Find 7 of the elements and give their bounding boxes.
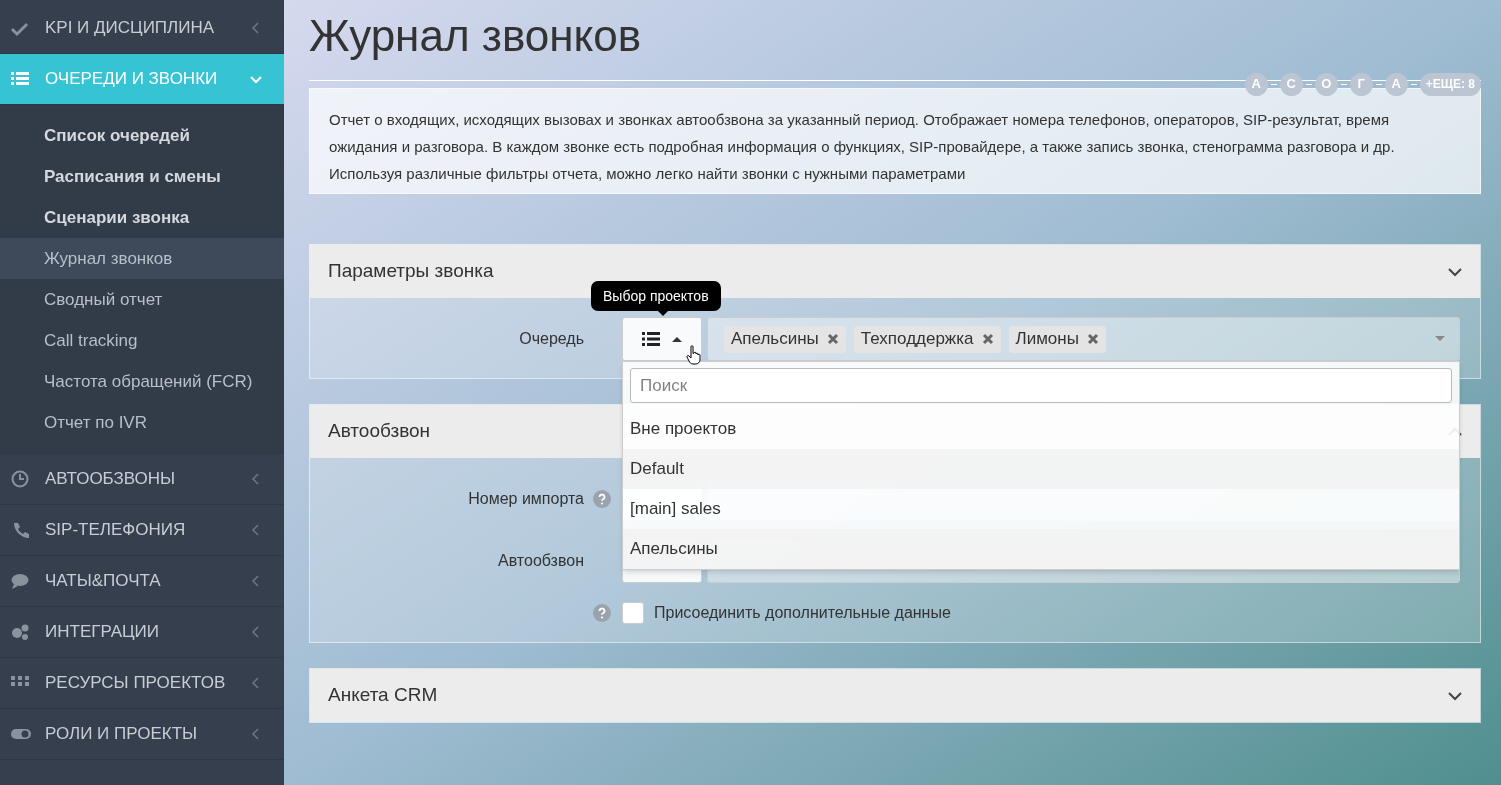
- tooltip: Выбор проектов: [591, 281, 721, 311]
- field-label: Очередь: [519, 329, 584, 349]
- description-box: Отчет о входящих, исходящих вызовах и звонках автообзвона за указанный период. Отображает номера телефонов, операторов, SIP-результат, время ожидания и разговора. В каждом звонке есть подробная информация о функциях, SIP-провайдере, а также запись звонка, стенограмма разговора и др. Используя различные фильтры отчета, можно легко найти звонки с нужными параметрами: [309, 88, 1481, 194]
- page-title: Журнал звонков: [309, 10, 643, 62]
- checkbox-label: Присоединить дополнительные данные: [654, 603, 951, 623]
- field-label: Автообзвон: [498, 551, 584, 571]
- field-label: Номер импорта: [468, 489, 584, 509]
